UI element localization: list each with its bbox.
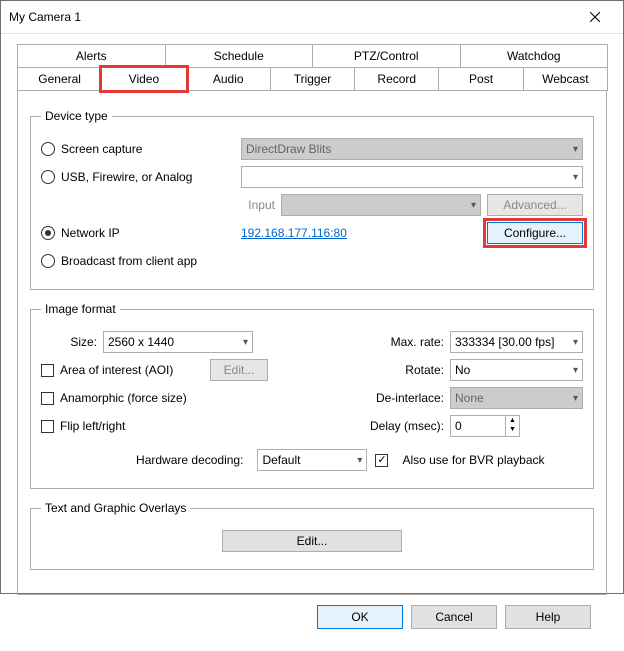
chevron-down-icon: ▾ [573, 365, 578, 376]
label-deinterlace: De-interlace: [318, 391, 450, 405]
label-delay: Delay (msec): [318, 419, 450, 433]
group-device-type-legend: Device type [41, 109, 112, 123]
screen-capture-mode-select: DirectDraw Blits ▾ [241, 138, 583, 160]
chevron-down-icon: ▾ [357, 455, 362, 466]
cancel-button[interactable]: Cancel [411, 605, 497, 629]
chevron-down-icon: ▾ [243, 337, 248, 348]
group-device-type: Device type Screen capture DirectDraw Bl… [30, 109, 594, 290]
tab-watchdog[interactable]: Watchdog [460, 44, 609, 67]
checkbox-bvr[interactable] [375, 454, 388, 467]
group-overlays-legend: Text and Graphic Overlays [41, 501, 190, 515]
radio-usb[interactable] [41, 170, 55, 184]
spin-down-icon[interactable]: ▼ [506, 425, 519, 434]
help-button[interactable]: Help [505, 605, 591, 629]
tab-alerts[interactable]: Alerts [17, 44, 166, 67]
tab-schedule[interactable]: Schedule [165, 44, 314, 67]
checkbox-anamorphic[interactable] [41, 392, 54, 405]
chevron-down-icon: ▾ [573, 172, 578, 183]
usb-device-select[interactable]: ▾ [241, 166, 583, 188]
chevron-down-icon: ▾ [573, 144, 578, 155]
label-hw-decoding: Hardware decoding: [79, 453, 249, 467]
tab-strip: Alerts Schedule PTZ/Control Watchdog Gen… [17, 44, 607, 91]
chevron-down-icon: ▾ [573, 393, 578, 404]
group-image-format: Image format Size: 2560 x 1440 ▾ Ar [30, 302, 594, 489]
window-title: My Camera 1 [9, 10, 81, 24]
checkbox-aoi[interactable] [41, 364, 54, 377]
radio-broadcast[interactable] [41, 254, 55, 268]
tab-audio[interactable]: Audio [186, 67, 271, 91]
size-select[interactable]: 2560 x 1440 ▾ [103, 331, 253, 353]
label-rotate: Rotate: [318, 363, 450, 377]
hw-decoding-select[interactable]: Default ▾ [257, 449, 367, 471]
group-overlays: Text and Graphic Overlays Edit... [30, 501, 594, 570]
deinterlace-select: None ▾ [450, 387, 583, 409]
radio-network-ip[interactable] [41, 226, 55, 240]
titlebar: My Camera 1 [1, 1, 623, 34]
tab-video[interactable]: Video [101, 67, 186, 91]
label-aoi[interactable]: Area of interest (AOI) [60, 363, 210, 377]
spin-up-icon[interactable]: ▲ [506, 416, 519, 425]
tab-panel-video: Device type Screen capture DirectDraw Bl… [17, 90, 607, 595]
checkbox-flip[interactable] [41, 420, 54, 433]
label-usb[interactable]: USB, Firewire, or Analog [61, 170, 241, 184]
aoi-edit-button: Edit... [210, 359, 268, 381]
chevron-down-icon: ▾ [573, 337, 578, 348]
tab-general[interactable]: General [17, 67, 102, 91]
group-image-format-legend: Image format [41, 302, 120, 316]
radio-screen-capture[interactable] [41, 142, 55, 156]
dialog-window: My Camera 1 Alerts Schedule PTZ/Control … [0, 0, 624, 594]
label-max-rate: Max. rate: [318, 335, 450, 349]
label-anamorphic[interactable]: Anamorphic (force size) [60, 391, 187, 405]
close-icon [590, 12, 600, 22]
label-bvr[interactable]: Also use for BVR playback [402, 453, 544, 467]
label-network-ip[interactable]: Network IP [61, 226, 241, 240]
label-flip[interactable]: Flip left/right [60, 419, 125, 433]
label-broadcast[interactable]: Broadcast from client app [61, 254, 197, 268]
tab-ptz-control[interactable]: PTZ/Control [312, 44, 461, 67]
advanced-button: Advanced... [487, 194, 583, 216]
dialog-footer: OK Cancel Help [17, 595, 607, 639]
delay-input[interactable]: 0 [450, 415, 506, 437]
tab-webcast[interactable]: Webcast [523, 67, 608, 91]
network-ip-link[interactable]: 192.168.177.116:80 [241, 226, 487, 240]
input-select: ▾ [281, 194, 481, 216]
configure-button[interactable]: Configure... [487, 222, 583, 244]
tab-post[interactable]: Post [438, 67, 523, 91]
label-screen-capture[interactable]: Screen capture [61, 142, 241, 156]
dialog-content: Alerts Schedule PTZ/Control Watchdog Gen… [1, 34, 623, 651]
chevron-down-icon: ▾ [471, 200, 476, 211]
delay-spinner[interactable]: 0 ▲▼ [450, 415, 520, 437]
close-button[interactable] [575, 7, 615, 27]
overlays-edit-button[interactable]: Edit... [222, 530, 402, 552]
rotate-select[interactable]: No ▾ [450, 359, 583, 381]
label-input: Input [241, 198, 281, 212]
ok-button[interactable]: OK [317, 605, 403, 629]
tab-record[interactable]: Record [354, 67, 439, 91]
max-rate-select[interactable]: 333334 [30.00 fps] ▾ [450, 331, 583, 353]
label-size: Size: [41, 335, 103, 349]
tab-trigger[interactable]: Trigger [270, 67, 355, 91]
